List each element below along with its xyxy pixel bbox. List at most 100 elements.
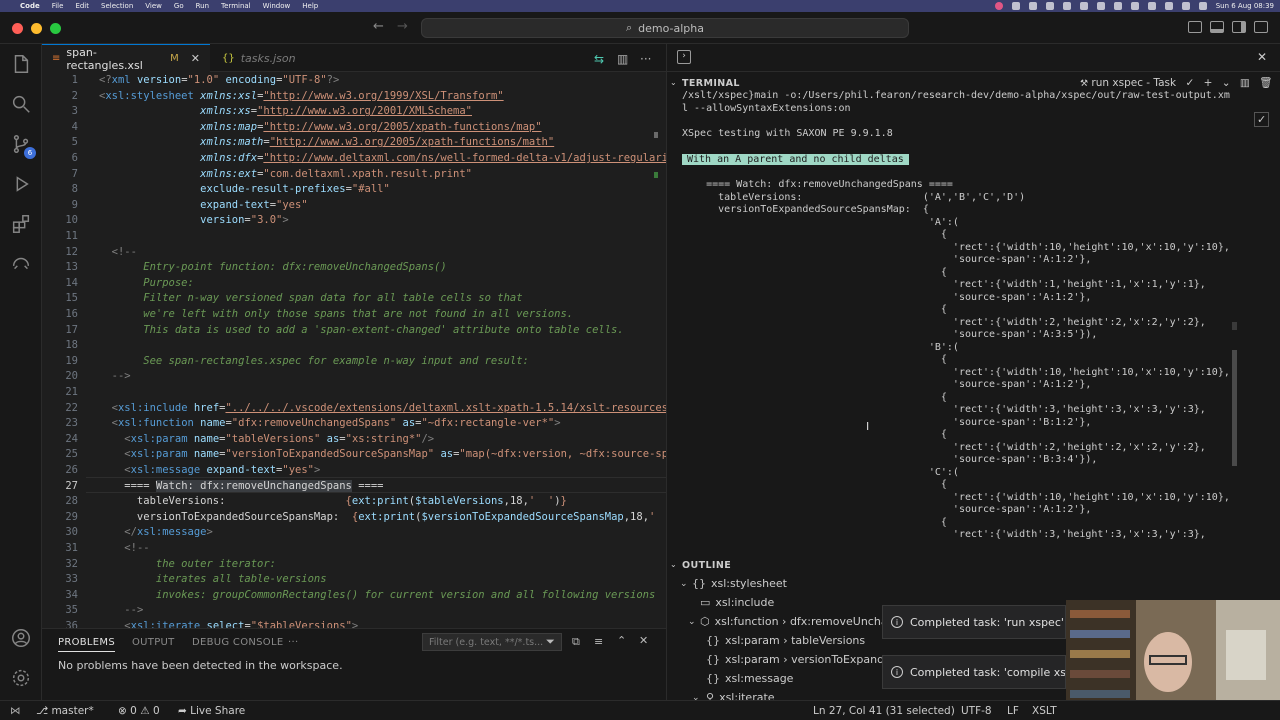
tab-span-rectangles-xsl[interactable]: ≡ span-rectangles.xsl M ✕ <box>42 44 210 72</box>
record-icon[interactable] <box>994 2 1003 10</box>
terminal-scrollbar[interactable] <box>1232 350 1237 466</box>
terminal-header[interactable]: TERMINAL <box>682 78 740 89</box>
menu-window[interactable]: Window <box>263 2 291 10</box>
problems-indicator[interactable]: ⊗ 0 ⚠ 0 <box>118 705 160 717</box>
minimize-window-button[interactable] <box>31 23 42 34</box>
problems-message: No problems have been detected in the wo… <box>58 659 343 672</box>
outline-item-message[interactable]: {} xsl:message <box>706 672 793 685</box>
outline-item-function[interactable]: ⬡ xsl:function › dfx:removeUnchan <box>700 615 895 628</box>
run-debug-icon[interactable] <box>9 172 33 196</box>
volume-icon[interactable] <box>1130 2 1139 10</box>
command-center-search[interactable]: ⌕ demo-alpha <box>421 18 909 38</box>
compare-changes-icon[interactable]: ⇆ <box>594 52 604 66</box>
remote-explorer-icon[interactable] <box>9 252 33 276</box>
eol-indicator[interactable]: LF <box>1007 705 1019 717</box>
tab-problems[interactable]: PROBLEMS <box>58 637 115 652</box>
tab-debug-console[interactable]: DEBUG CONSOLE <box>192 637 283 648</box>
chevron-down-icon[interactable]: ⌄ <box>670 78 677 87</box>
search-icon[interactable] <box>1164 2 1173 10</box>
cursor-position[interactable]: Ln 27, Col 41 (31 selected) <box>813 705 955 717</box>
problems-filter-input[interactable]: Filter (e.g. text, **/*.ts... <box>422 633 562 651</box>
trash-icon[interactable]: 🗑 <box>1259 77 1272 89</box>
code-line: xmlns:xs="http://www.w3.org/2001/XMLSche… <box>200 105 472 118</box>
back-arrow-icon[interactable]: ← <box>373 19 384 34</box>
menubar-clock[interactable]: Sun 6 Aug 08:39 <box>1216 2 1274 10</box>
maximize-panel-icon[interactable]: ⌃ <box>617 634 626 647</box>
bluetooth-icon[interactable] <box>1113 2 1122 10</box>
outline-item-param-versionmap[interactable]: {} xsl:param › versionToExpande <box>706 653 891 666</box>
forward-arrow-icon[interactable]: → <box>397 19 408 34</box>
menu-view[interactable]: View <box>145 2 162 10</box>
close-tab-icon[interactable]: ✕ <box>191 52 200 65</box>
close-window-button[interactable] <box>12 23 23 34</box>
zoom-window-button[interactable] <box>50 23 61 34</box>
outline-item-include[interactable]: ▭ xsl:include <box>700 596 774 609</box>
menu-file[interactable]: File <box>52 2 64 10</box>
close-sidebar-icon[interactable]: ✕ <box>1257 50 1267 64</box>
explorer-icon[interactable] <box>9 52 33 76</box>
toggle-primary-sidebar-icon[interactable] <box>1188 21 1202 33</box>
collapse-all-icon[interactable]: ⧉ <box>572 635 580 649</box>
panel-more-icon[interactable]: ··· <box>288 637 298 648</box>
code-editor[interactable]: 1 2 3 4 5 6 7 8 9 10 11 12 13 14 15 16 1… <box>42 72 666 628</box>
terminal-line: versionToExpandedSourceSpansMap: { <box>682 204 929 215</box>
line-number: 24 <box>65 432 78 445</box>
code-line: invokes: groupCommonRectangles() for cur… <box>99 588 656 601</box>
terminal-tab-check-icon[interactable]: ✓ <box>1254 112 1270 127</box>
split-editor-icon[interactable]: ▥ <box>617 52 628 66</box>
battery-icon[interactable] <box>1096 2 1105 10</box>
panel-toggle-icon[interactable]: › <box>677 50 691 64</box>
settings-icon[interactable] <box>1011 2 1020 10</box>
line-number: 15 <box>65 292 78 305</box>
cloud-icon[interactable] <box>1062 2 1071 10</box>
language-mode[interactable]: XSLT <box>1032 705 1057 717</box>
terminal-line: { <box>682 304 947 315</box>
flag-icon[interactable] <box>1079 2 1088 10</box>
chevron-down-icon[interactable]: ⌄ <box>670 560 677 569</box>
extensions-icon[interactable] <box>9 212 33 236</box>
menu-app-name[interactable]: Code <box>20 2 40 10</box>
manage-gear-icon[interactable] <box>9 666 33 690</box>
control-center-icon[interactable] <box>1181 2 1190 10</box>
toggle-secondary-sidebar-icon[interactable] <box>1232 21 1246 33</box>
line-number: 11 <box>65 230 78 242</box>
wifi-icon[interactable] <box>1147 2 1156 10</box>
new-terminal-icon[interactable]: + <box>1204 77 1213 89</box>
notification-run-xspec[interactable]: i Completed task: 'run xspec' <box>882 605 1066 639</box>
notification-compile-xspec[interactable]: i Completed task: 'compile xspe <box>882 655 1066 689</box>
tab-tasks-json[interactable]: {} tasks.json <box>212 44 342 72</box>
menu-selection[interactable]: Selection <box>101 2 133 10</box>
account-icon[interactable] <box>9 626 33 650</box>
code-line: <xsl:stylesheet xmlns:xsl="http://www.w3… <box>99 89 504 102</box>
branch-indicator[interactable]: ⎇ master* <box>36 705 94 717</box>
customize-layout-icon[interactable] <box>1254 21 1268 33</box>
split-terminal-icon[interactable]: ▥ <box>1240 77 1250 89</box>
menu-go[interactable]: Go <box>174 2 184 10</box>
line-number: 10 <box>65 214 78 227</box>
toggle-panel-icon[interactable] <box>1210 21 1224 33</box>
view-as-list-icon[interactable]: ≡ <box>594 635 603 648</box>
display-icon[interactable] <box>1045 2 1054 10</box>
filter-icon[interactable]: ⏷ <box>546 635 555 649</box>
chevron-down-icon[interactable]: ⌄ <box>680 579 688 589</box>
siri-icon[interactable] <box>1198 2 1207 10</box>
terminal-output[interactable]: /xslt/xspec}main -o:/Users/phil.fearon/r… <box>682 90 1238 552</box>
close-panel-icon[interactable]: ✕ <box>639 634 648 647</box>
outline-item-stylesheet[interactable]: {} xsl:stylesheet <box>692 577 787 590</box>
menu-edit[interactable]: Edit <box>75 2 89 10</box>
chevron-down-icon[interactable]: ⌄ <box>688 617 696 627</box>
search-icon[interactable] <box>9 92 33 116</box>
terminal-task-label[interactable]: ⚒ run xspec - Task ✓ + ⌄ ▥ 🗑 <box>1080 76 1273 89</box>
dropdown-chevron-icon[interactable]: ⌄ <box>1222 77 1231 89</box>
outline-item-param-tableversions[interactable]: {} xsl:param › tableVersions <box>706 634 865 647</box>
tab-output[interactable]: OUTPUT <box>132 637 175 648</box>
live-share-button[interactable]: ➦ Live Share <box>178 705 245 717</box>
outline-header[interactable]: OUTLINE <box>682 560 731 571</box>
more-actions-icon[interactable]: ··· <box>640 52 651 66</box>
remote-icon[interactable]: ⋈ <box>10 705 21 717</box>
mail-icon[interactable] <box>1028 2 1037 10</box>
menu-run[interactable]: Run <box>196 2 209 10</box>
menu-terminal[interactable]: Terminal <box>221 2 251 10</box>
menu-help[interactable]: Help <box>302 2 318 10</box>
encoding-indicator[interactable]: UTF-8 <box>961 705 992 717</box>
